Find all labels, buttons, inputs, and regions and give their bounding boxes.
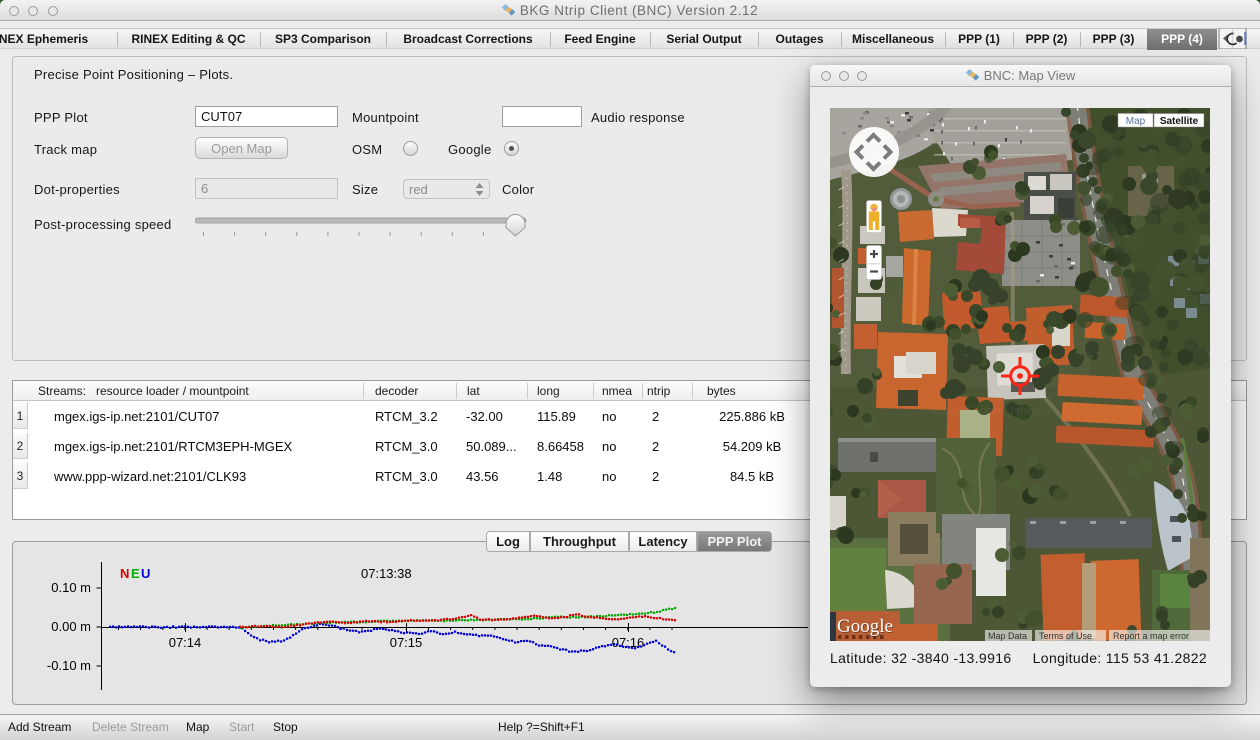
svg-text:Satellite: Satellite	[1160, 116, 1199, 127]
svg-text:Report a map error: Report a map error	[1113, 631, 1189, 641]
svg-text:Terms of Use: Terms of Use	[1039, 631, 1092, 641]
svg-text:Map: Map	[1126, 116, 1146, 127]
svg-text:-0.10 m: -0.10 m	[47, 658, 91, 673]
svg-text:Map Data: Map Data	[988, 631, 1027, 641]
svg-text:0.00 m: 0.00 m	[51, 619, 91, 634]
svg-text:E: E	[131, 566, 140, 581]
svg-text:Google: Google	[837, 616, 893, 637]
svg-text:©2013 Google - Imagery: ©2013 Google - Imagery	[930, 405, 1051, 417]
svg-text:07:15: 07:15	[390, 635, 423, 650]
svg-text:0.10 m: 0.10 m	[51, 580, 91, 595]
svg-text:07:13:38: 07:13:38	[361, 566, 412, 581]
svg-text:U: U	[141, 566, 150, 581]
svg-text:N: N	[120, 566, 129, 581]
svg-text:07:14: 07:14	[169, 635, 202, 650]
